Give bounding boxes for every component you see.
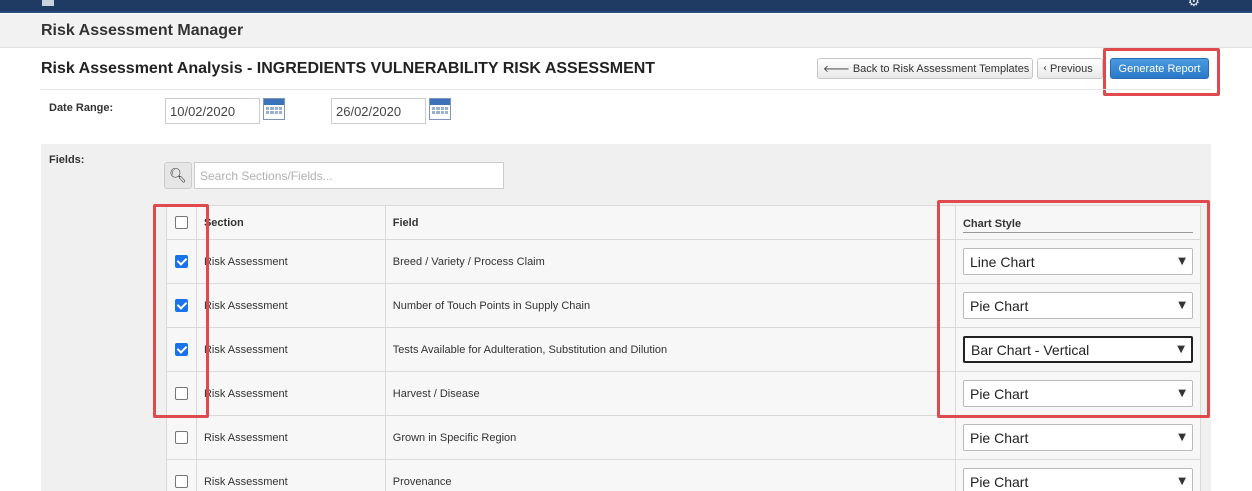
date-range-label: Date Range: bbox=[49, 102, 114, 114]
fields-label: Fields: bbox=[49, 154, 85, 166]
app-title: Risk Assessment Manager bbox=[41, 22, 244, 39]
column-header-section: Section bbox=[195, 205, 386, 240]
chart-style-value: Bar Chart - Vertical bbox=[970, 341, 1090, 358]
row-section: Risk Assessment bbox=[195, 459, 386, 491]
date-from-input[interactable] bbox=[165, 98, 260, 124]
chevron-down-icon: ▼ bbox=[1178, 432, 1186, 443]
previous-button-label: Previous bbox=[1050, 62, 1093, 75]
chart-style-select[interactable]: Pie Chart ▼ bbox=[962, 424, 1193, 451]
row-section: Risk Assessment bbox=[195, 283, 386, 328]
select-all-cell bbox=[166, 205, 197, 240]
main-content: Risk Assessment Analysis - INGREDIENTS V… bbox=[41, 48, 1220, 491]
title-divider bbox=[41, 89, 1211, 90]
gear-icon[interactable]: ⚙ bbox=[1187, 0, 1200, 10]
chart-style-select[interactable]: Line Chart ▼ bbox=[962, 248, 1193, 275]
row-checkbox[interactable] bbox=[174, 475, 188, 488]
column-header-chart-style: Chart Style bbox=[962, 218, 1193, 233]
row-section: Risk Assessment bbox=[195, 371, 386, 416]
table-row: Risk Assessment Provenance Pie Chart ▼ bbox=[166, 459, 1202, 491]
row-section: Risk Assessment bbox=[195, 415, 386, 460]
chevron-left-icon: ‹ bbox=[1043, 63, 1047, 74]
table-header-row: Section Field Chart Style bbox=[166, 205, 1202, 240]
row-section: Risk Assessment bbox=[195, 239, 386, 284]
column-header-chart-style-cell: Chart Style bbox=[954, 205, 1202, 240]
table-row: Risk Assessment Grown in Specific Region… bbox=[166, 415, 1202, 460]
table-row: Risk Assessment Breed / Variety / Proces… bbox=[166, 239, 1202, 284]
row-section: Risk Assessment bbox=[195, 327, 386, 372]
column-header-field: Field bbox=[384, 205, 956, 240]
back-to-templates-button[interactable]: 🡐 Back to Risk Assessment Templates bbox=[817, 58, 1033, 79]
row-field: Number of Touch Points in Supply Chain bbox=[384, 283, 956, 328]
row-field: Breed / Variety / Process Claim bbox=[384, 239, 956, 284]
table-row: Risk Assessment Harvest / Disease Pie Ch… bbox=[166, 371, 1202, 416]
row-checkbox[interactable] bbox=[174, 255, 188, 268]
search-input[interactable] bbox=[194, 162, 504, 189]
row-field: Harvest / Disease bbox=[384, 371, 956, 416]
date-to-input[interactable] bbox=[331, 98, 426, 124]
back-button-label: Back to Risk Assessment Templates bbox=[852, 62, 1030, 75]
chart-style-value: Pie Chart bbox=[969, 473, 1029, 490]
nav-logo-mark bbox=[42, 0, 54, 6]
page-title: Risk Assessment Analysis - INGREDIENTS V… bbox=[41, 60, 656, 77]
chevron-down-icon: ▼ bbox=[1178, 476, 1186, 487]
row-checkbox[interactable] bbox=[174, 343, 188, 356]
search-icon[interactable]: 🔍︎ bbox=[164, 162, 192, 189]
fields-panel: Fields: 🔍︎ Section Field Chart Style Ris… bbox=[41, 144, 1211, 491]
generate-report-button[interactable]: Generate Report bbox=[1110, 58, 1209, 79]
previous-button[interactable]: ‹ Previous bbox=[1037, 58, 1103, 79]
app-header: Risk Assessment Manager bbox=[0, 14, 1252, 48]
chart-style-value: Line Chart bbox=[969, 253, 1035, 270]
chart-style-select[interactable]: Pie Chart ▼ bbox=[962, 292, 1193, 319]
chart-style-value: Pie Chart bbox=[969, 297, 1029, 314]
row-checkbox[interactable] bbox=[174, 387, 188, 400]
generate-button-label: Generate Report bbox=[1118, 62, 1201, 75]
fields-table: Section Field Chart Style Risk Assessmen… bbox=[166, 205, 1202, 491]
calendar-icon[interactable] bbox=[263, 98, 285, 120]
chart-style-value: Pie Chart bbox=[969, 429, 1029, 446]
row-field: Grown in Specific Region bbox=[384, 415, 956, 460]
top-navigation-bar: ⚙ bbox=[0, 0, 1252, 13]
row-field: Tests Available for Adulteration, Substi… bbox=[384, 327, 956, 372]
chart-style-select[interactable]: Pie Chart ▼ bbox=[962, 468, 1193, 491]
chart-style-select[interactable]: Pie Chart ▼ bbox=[962, 380, 1193, 407]
row-checkbox[interactable] bbox=[174, 299, 188, 312]
chevron-down-icon: ▼ bbox=[1178, 388, 1186, 399]
table-row: Risk Assessment Tests Available for Adul… bbox=[166, 327, 1202, 372]
chevron-down-icon: ▼ bbox=[1177, 344, 1185, 355]
select-all-checkbox[interactable] bbox=[174, 216, 188, 229]
chart-style-select[interactable]: Bar Chart - Vertical ▼ bbox=[962, 336, 1193, 363]
chevron-down-icon: ▼ bbox=[1178, 256, 1186, 267]
arrow-left-icon: 🡐 bbox=[823, 63, 850, 75]
calendar-icon[interactable] bbox=[429, 98, 451, 120]
row-field: Provenance bbox=[384, 459, 956, 491]
chart-style-value: Pie Chart bbox=[969, 385, 1029, 402]
table-row: Risk Assessment Number of Touch Points i… bbox=[166, 283, 1202, 328]
row-checkbox[interactable] bbox=[174, 431, 188, 444]
chevron-down-icon: ▼ bbox=[1178, 300, 1186, 311]
